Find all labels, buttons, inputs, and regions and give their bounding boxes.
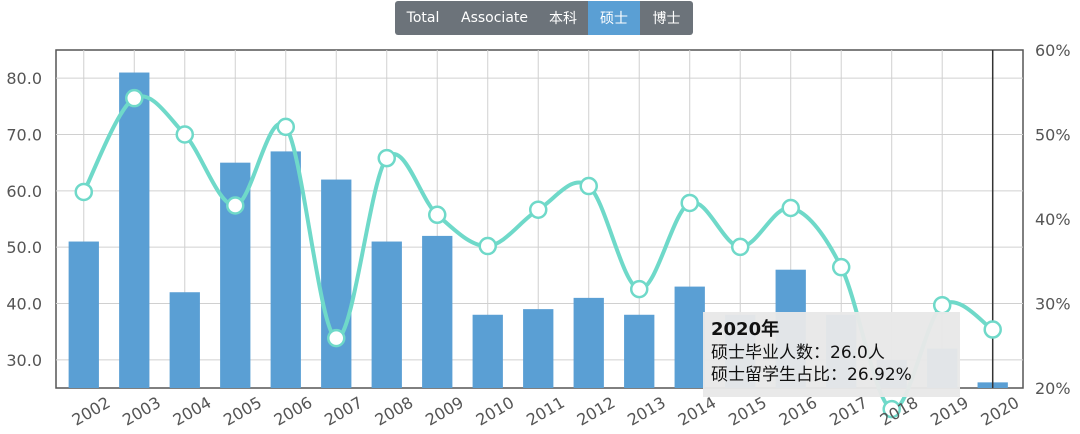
x-tick-label: 2015 xyxy=(725,393,770,430)
y-tick-label-left: 80.0 xyxy=(6,69,42,88)
bar xyxy=(422,235,453,388)
bar xyxy=(472,314,503,388)
bar xyxy=(119,72,150,389)
bar xyxy=(573,297,604,388)
ratio-point xyxy=(730,237,750,257)
ratio-point xyxy=(427,205,447,225)
bar xyxy=(523,309,554,388)
bar xyxy=(674,286,705,388)
tooltip: 2020年 硕士毕业人数：26.0人 硕士留学生占比：26.92% xyxy=(703,312,960,397)
bar xyxy=(371,241,402,388)
bar xyxy=(169,292,200,388)
ratio-point xyxy=(226,196,245,215)
y-tick-label-left: 50.0 xyxy=(6,238,42,257)
x-tick-label: 2007 xyxy=(321,393,366,430)
y-tick-label-right: 50% xyxy=(1035,126,1071,145)
x-tick-label: 2005 xyxy=(220,393,265,430)
ratio-point xyxy=(680,193,699,213)
y-tick-label-right: 30% xyxy=(1035,295,1071,314)
ratio-point xyxy=(932,295,952,315)
tooltip-count: 硕士毕业人数：26.0人 xyxy=(711,343,885,363)
bar xyxy=(321,179,352,388)
y-tick-label-right: 20% xyxy=(1035,379,1071,398)
x-tick-label: 2020 xyxy=(978,393,1023,430)
ratio-point xyxy=(579,176,598,196)
ratio-point xyxy=(377,148,396,168)
y-tick-label-left: 30.0 xyxy=(6,351,42,370)
bar xyxy=(270,151,301,388)
x-tick-label: 2014 xyxy=(675,393,720,430)
x-tick-label: 2002 xyxy=(69,393,114,430)
y-tick-label-left: 60.0 xyxy=(6,182,42,201)
tooltip-title: 2020年 xyxy=(711,319,780,340)
x-tick-label: 2004 xyxy=(170,393,215,430)
x-tick-label: 2019 xyxy=(927,393,972,430)
x-tick-label: 2008 xyxy=(372,393,417,430)
ratio-point xyxy=(175,125,195,144)
ratio-point xyxy=(831,257,851,277)
y-tick-label-left: 70.0 xyxy=(6,126,42,145)
bar xyxy=(68,241,99,388)
ratio-point xyxy=(276,117,296,137)
ratio-point xyxy=(781,198,800,218)
x-tick-label: 2011 xyxy=(523,393,568,430)
x-tick-label: 2017 xyxy=(826,393,871,430)
y-tick-label-left: 40.0 xyxy=(6,295,42,314)
bar xyxy=(624,314,655,388)
tooltip-ratio: 硕士留学生占比：26.92% xyxy=(711,365,912,385)
ratio-point xyxy=(983,320,1002,339)
x-tick-label: 2013 xyxy=(624,393,669,430)
x-tick-label: 2012 xyxy=(574,393,619,430)
ratio-point xyxy=(478,236,497,256)
x-tick-label: 2016 xyxy=(776,393,821,430)
y-tick-label-right: 60% xyxy=(1035,41,1071,60)
ratio-point xyxy=(528,200,548,219)
ratio-point xyxy=(629,279,649,299)
ratio-point xyxy=(125,88,144,108)
ratio-point xyxy=(74,182,94,202)
x-tick-label: 2010 xyxy=(473,393,518,430)
x-tick-label: 2003 xyxy=(119,393,164,430)
x-tick-label: 2009 xyxy=(422,393,467,430)
ratio-point xyxy=(327,328,346,348)
y-tick-label-right: 40% xyxy=(1035,210,1071,229)
x-tick-label: 2006 xyxy=(271,393,316,430)
